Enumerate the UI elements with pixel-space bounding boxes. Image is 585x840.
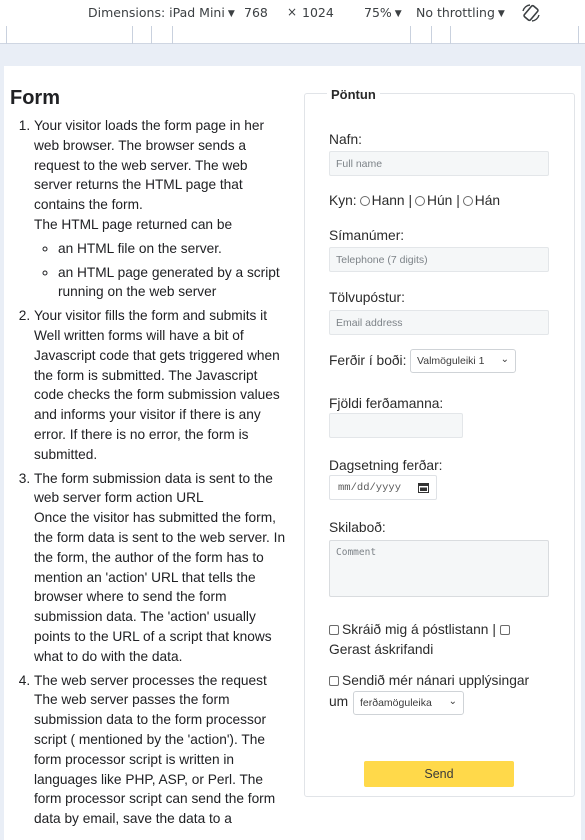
radio-hann[interactable]: [359, 196, 370, 206]
phone-label: Símanúmer:: [329, 228, 405, 243]
date-label: Dagsetning ferðar:: [329, 458, 443, 473]
device-dimensions-dropdown[interactable]: Dimensions: iPad Mini ▼: [88, 5, 235, 20]
list-item: Your visitor fills the form and submits …: [34, 306, 286, 464]
subscriber-checkbox[interactable]: [499, 625, 510, 635]
separator: |: [492, 622, 496, 637]
more-info-um: um: [329, 694, 349, 709]
trips-selected: Valmöguleiki 1: [417, 355, 485, 367]
more-info-select[interactable]: ferðamöguleika ⌄: [353, 691, 464, 715]
step-body: The HTML page returned can be: [34, 216, 233, 232]
name-label: Nafn:: [329, 132, 362, 147]
height-input[interactable]: 1024: [302, 5, 334, 20]
device-dimensions-label: Dimensions: iPad Mini: [88, 5, 225, 20]
count-label: Fjöldi ferðamanna:: [329, 396, 444, 411]
calendar-icon[interactable]: [418, 482, 429, 493]
width-input[interactable]: 768: [244, 5, 268, 20]
radio-hun[interactable]: [415, 196, 426, 206]
separator: |: [408, 193, 413, 208]
send-button[interactable]: Send: [364, 761, 514, 787]
more-info-checkbox[interactable]: [329, 676, 339, 686]
throttling-dropdown[interactable]: No throttling ▼: [416, 5, 505, 20]
message-label: Skilaboð:: [329, 520, 386, 535]
form-legend: Pöntun: [327, 87, 380, 102]
step-body: The web server passes the form submissio…: [34, 692, 276, 827]
devtools-toolbar: Dimensions: iPad Mini ▼ 768 × 1024 75% ▼ N…: [0, 0, 585, 26]
more-info-label: Sendið mér nánari upplýsingar: [342, 673, 530, 688]
more-info-selected: ferðamöguleika: [360, 697, 432, 709]
times-icon: ×: [287, 5, 298, 19]
trips-select[interactable]: Valmöguleiki 1 ⌄: [410, 349, 516, 373]
more-info-group: Sendið mér nánari upplýsingar: [329, 673, 529, 688]
radio-label: Hann: [371, 193, 405, 208]
zoom-dropdown[interactable]: 75% ▼: [364, 5, 402, 20]
subscribe-checkbox[interactable]: [329, 625, 339, 635]
email-label: Tölvupóstur:: [329, 290, 405, 305]
page-viewport: Form Your visitor loads the form page in…: [4, 66, 581, 840]
sub-list-item: an HTML page generated by a script runni…: [58, 263, 286, 303]
phone-input[interactable]: Telephone (7 digits): [329, 247, 549, 272]
sub-list-item: an HTML file on the server.: [58, 239, 286, 259]
throttling-label: No throttling: [416, 5, 495, 20]
step-body: Well written forms will have a bit of Ja…: [34, 327, 280, 462]
zoom-label: 75%: [364, 5, 392, 20]
step-body: Once the visitor has submitted the form,…: [34, 510, 286, 664]
count-input[interactable]: [329, 413, 463, 438]
step-heading: Your visitor loads the form page in her …: [34, 118, 265, 213]
gender-label: Kyn:: [329, 193, 357, 208]
list-item: The form submission data is sent to the …: [34, 469, 286, 667]
message-textarea[interactable]: Comment: [329, 540, 549, 597]
date-input[interactable]: mm/dd/yyyy: [329, 475, 437, 500]
chevron-down-icon: ▼: [497, 9, 505, 19]
chevron-down-icon: ▼: [227, 9, 235, 19]
subscribe-label: Skráið mig á póstlistann: [342, 622, 489, 637]
trips-label: Ferðir í boði:: [329, 353, 407, 368]
subscriber-label: Gerast áskrifandi: [329, 642, 434, 657]
gender-group: Kyn: Hann | Hún | Hán: [329, 193, 500, 208]
article: Form Your visitor loads the form page in…: [10, 80, 286, 833]
step-heading: The web server processes the request: [34, 672, 267, 688]
list-item: The web server processes the request The…: [34, 671, 286, 829]
sub-list: an HTML file on the server. an HTML page…: [34, 239, 286, 302]
radio-label: Hún: [427, 193, 453, 208]
separator: |: [456, 193, 460, 208]
media-query-ruler: [0, 26, 585, 44]
chevron-down-icon: ⌄: [448, 696, 457, 707]
radio-label: Hán: [474, 193, 501, 208]
subscribe-group: Skráið mig á póstlistann | Gerast áskrif…: [329, 620, 513, 660]
chevron-down-icon: ⌄: [500, 354, 509, 365]
date-placeholder: mm/dd/yyyy: [338, 482, 402, 494]
order-form: Pöntun Nafn: Full name Kyn: Hann | Hún | Há…: [304, 87, 575, 797]
steps-list: Your visitor loads the form page in her …: [10, 116, 286, 829]
page-title: Form: [10, 87, 60, 109]
name-input[interactable]: Full name: [329, 151, 549, 176]
list-item: Your visitor loads the form page in her …: [34, 116, 286, 302]
rotate-icon[interactable]: [520, 2, 542, 24]
radio-han[interactable]: [462, 196, 473, 206]
step-heading: Your visitor fills the form and submits …: [34, 308, 268, 324]
chevron-down-icon: ▼: [394, 9, 402, 19]
step-heading: The form submission data is sent to the …: [34, 470, 273, 506]
email-input[interactable]: Email address: [329, 310, 549, 335]
